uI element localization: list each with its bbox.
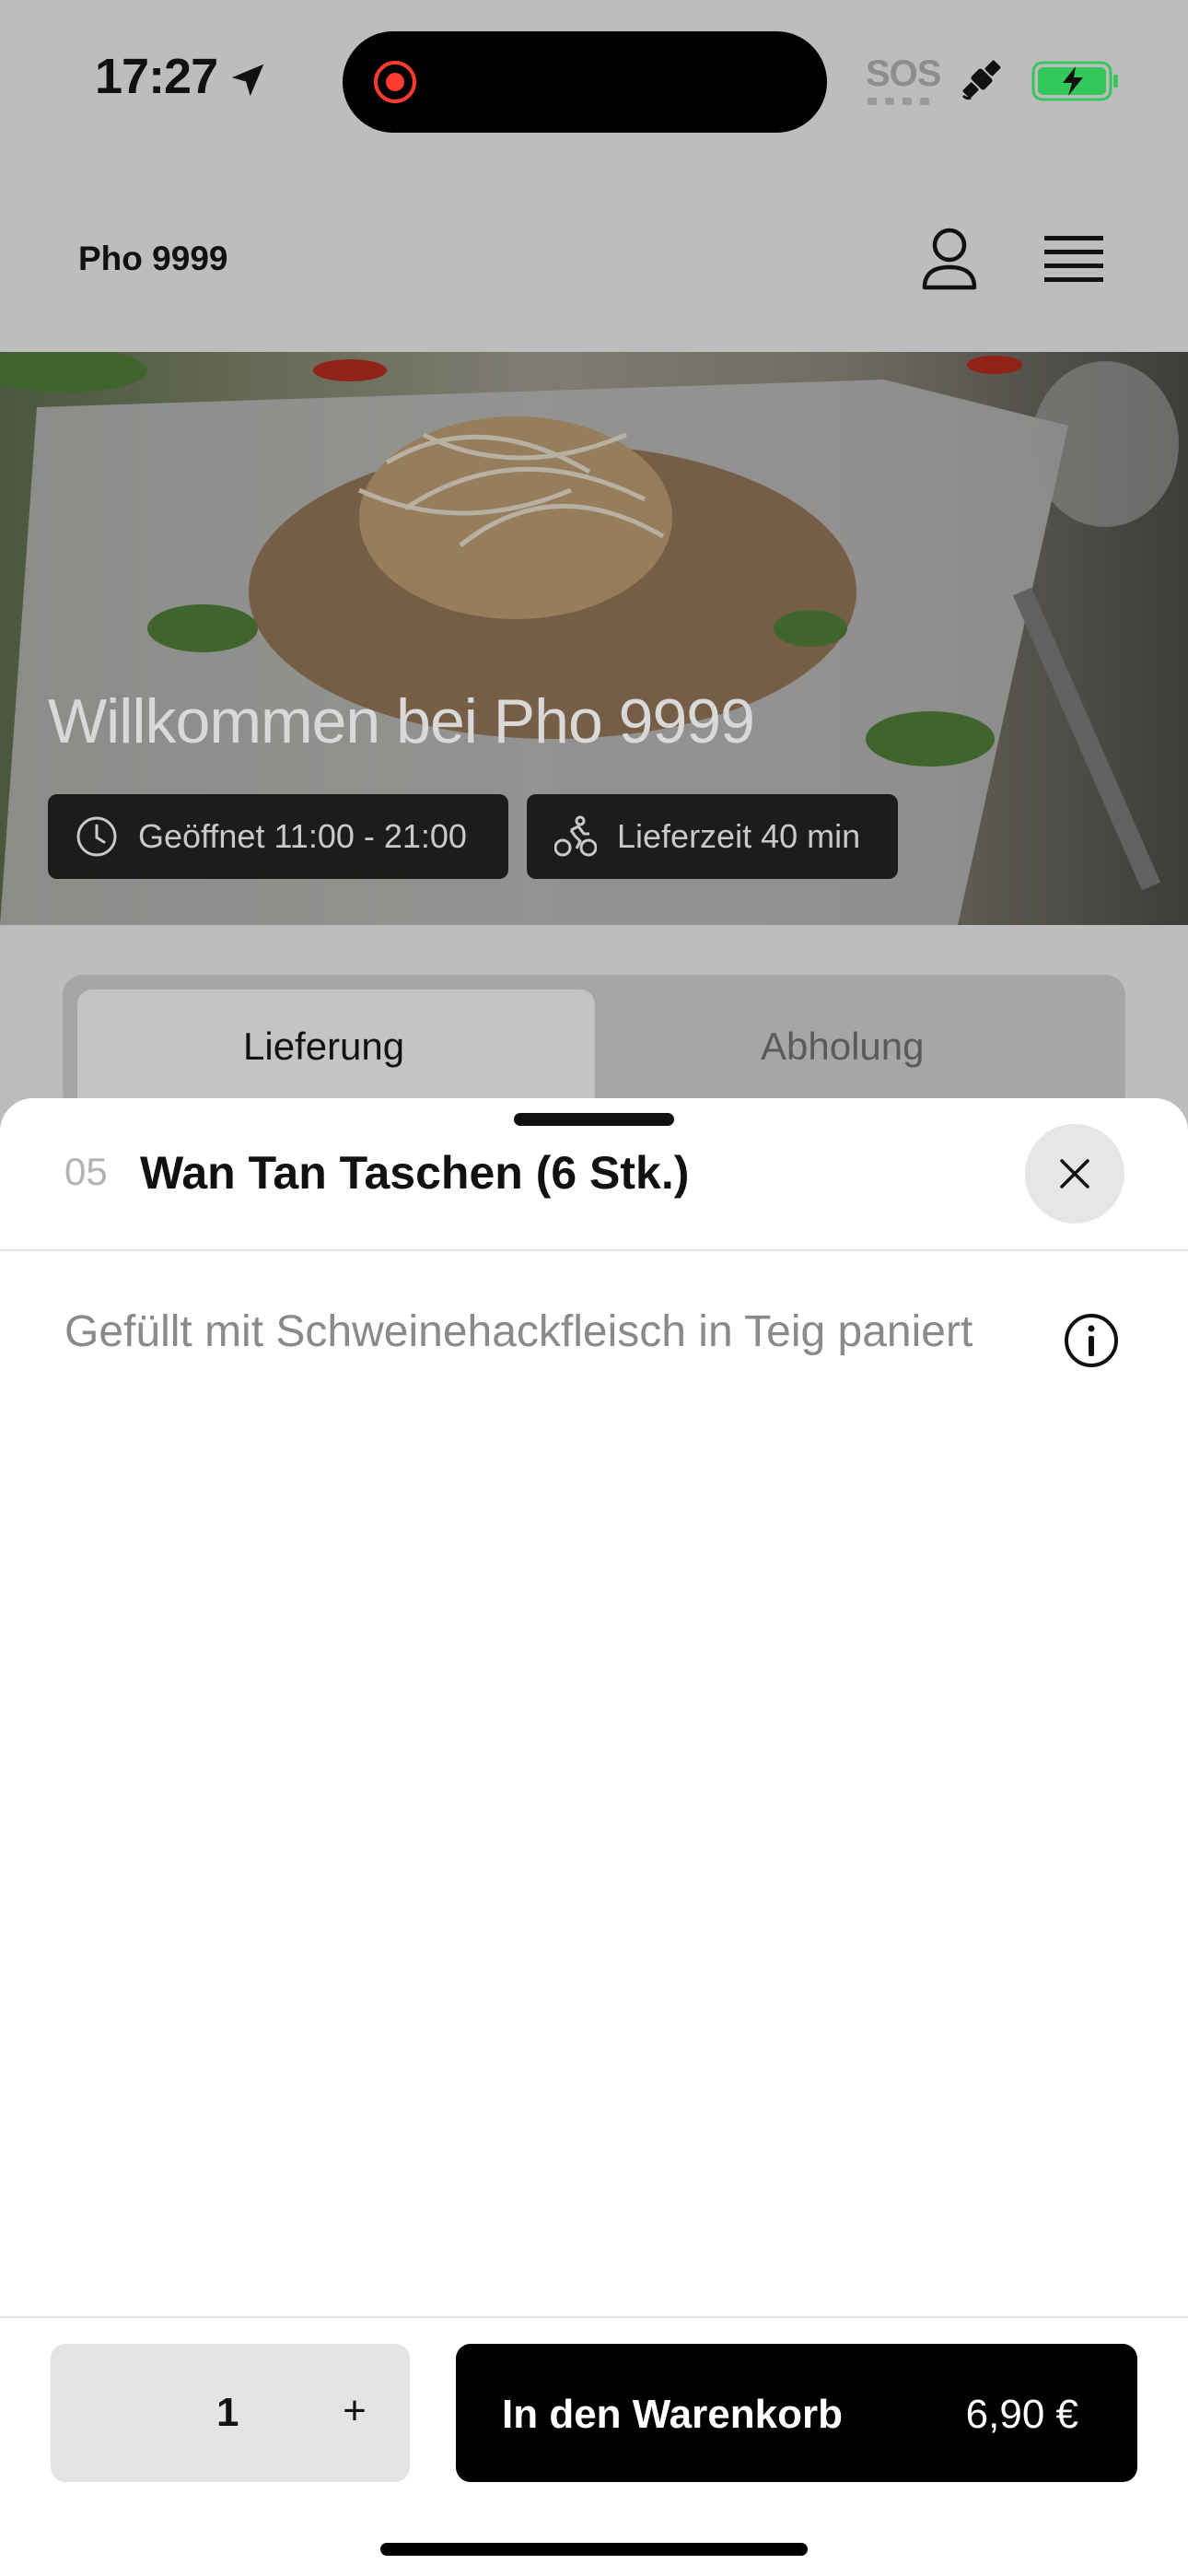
footer-divider [0, 2316, 1188, 2318]
tab-lieferung[interactable]: Lieferung [243, 1025, 404, 1069]
add-to-cart-button[interactable]: In den Warenkorb 6,90 € [456, 2344, 1137, 2482]
item-description: Gefüllt mit Schweinehackfleisch in Teig … [64, 1307, 973, 1356]
item-title: Wan Tan Taschen (6 Stk.) [140, 1147, 690, 1199]
clock-icon [76, 816, 117, 857]
dynamic-island [343, 31, 827, 133]
restaurant-brand[interactable]: Pho 9999 [78, 240, 227, 278]
close-icon [1060, 1159, 1089, 1188]
info-icon[interactable] [1063, 1312, 1120, 1369]
add-to-cart-label: In den Warenkorb [502, 2392, 843, 2437]
opening-hours-badge: Geöffnet 11:00 - 21:00 [48, 794, 508, 879]
opening-hours-text: Geöffnet 11:00 - 21:00 [138, 817, 467, 855]
app-header: Pho 9999 [0, 166, 1188, 352]
home-indicator[interactable] [380, 2543, 808, 2556]
hero-title: Willkommen bei Pho 9999 [48, 686, 755, 756]
recording-dot-icon [374, 61, 416, 103]
clock-time: 17:27 [95, 49, 218, 104]
sos-indicator: SOS [866, 53, 941, 94]
battery-charging-icon [1031, 61, 1118, 101]
location-arrow-icon [231, 64, 264, 97]
signal-dots-icon [868, 98, 929, 105]
satellite-icon [961, 60, 1001, 100]
increase-quantity-button[interactable]: + [327, 2388, 382, 2440]
bicycle-courier-icon [554, 815, 597, 857]
delivery-time-text: Lieferzeit 40 min [617, 817, 861, 855]
product-bottom-sheet: 05 Wan Tan Taschen (6 Stk.) Gefüllt mit … [0, 1098, 1188, 2576]
item-number: 05 [64, 1150, 108, 1193]
sheet-divider [0, 1249, 1188, 1251]
tab-abholung[interactable]: Abholung [761, 1025, 925, 1069]
quantity-value: 1 [216, 2390, 239, 2435]
sheet-grabber[interactable] [514, 1113, 674, 1126]
hero-banner: Willkommen bei Pho 9999 Geöffnet 11:00 -… [0, 352, 1188, 925]
status-bar: 17:27 SOS [0, 0, 1188, 166]
order-type-toggle: Lieferung Abholung [63, 975, 1125, 1113]
quantity-stepper: 1 + [51, 2344, 410, 2482]
close-button[interactable] [1025, 1124, 1124, 1224]
item-price: 6,90 € [965, 2392, 1078, 2437]
hamburger-menu-icon[interactable] [1044, 234, 1103, 287]
delivery-time-badge: Lieferzeit 40 min [527, 794, 898, 879]
user-icon[interactable] [919, 227, 980, 293]
